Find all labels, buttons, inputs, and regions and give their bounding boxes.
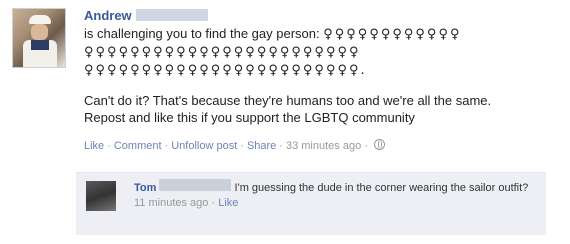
separator-dot: · bbox=[279, 140, 283, 152]
post-body: is challenging you to find the gay perso… bbox=[84, 25, 562, 126]
author-avatar[interactable] bbox=[12, 8, 66, 68]
comment: Tom I'm guessing the dude in the corner … bbox=[76, 172, 546, 235]
sailor-hat-graphic bbox=[29, 15, 51, 24]
separator-dot: · bbox=[211, 197, 216, 209]
commenter-name-link[interactable]: Tom bbox=[134, 182, 156, 194]
redacted-commenter-surname bbox=[159, 179, 232, 191]
author-name-link[interactable]: Andrew bbox=[84, 8, 132, 23]
commenter-avatar[interactable] bbox=[86, 181, 116, 211]
redacted-surname bbox=[135, 9, 208, 21]
share-link[interactable]: Share bbox=[247, 140, 276, 152]
comment-timestamp[interactable]: 11 minutes ago bbox=[134, 197, 208, 209]
collar-graphic bbox=[31, 40, 49, 50]
author-row: Andrew bbox=[84, 6, 562, 24]
post-text-intro: is challenging you to find the gay perso… bbox=[84, 26, 320, 41]
face-graphic bbox=[31, 24, 48, 40]
comment-meta: 11 minutes ago · Like bbox=[134, 196, 534, 210]
female-symbols-line2: ♀♀♀♀♀♀♀♀♀♀♀♀♀♀♀♀♀♀♀♀♀♀♀♀ bbox=[84, 45, 361, 60]
female-symbols-line1: ♀♀♀♀♀♀♀♀♀♀♀♀ bbox=[323, 27, 462, 42]
post-text-para2: Can't do it? That's because they're huma… bbox=[84, 92, 562, 126]
comment-body: Tom I'm guessing the dude in the corner … bbox=[134, 179, 534, 210]
post-text-call-to-action: Repost and like this if you support the … bbox=[84, 110, 415, 125]
post-content: Andrew is challenging you to find the ga… bbox=[84, 6, 562, 154]
female-symbols-line3: ♀♀♀♀♀♀♀♀♀♀♀♀♀♀♀♀♀♀♀♀♀♀♀♀. bbox=[84, 63, 367, 78]
post-text-question: Can't do it? That's because they're huma… bbox=[84, 93, 492, 108]
post-timestamp[interactable]: 33 minutes ago bbox=[286, 140, 361, 152]
separator-dot: · bbox=[107, 140, 111, 152]
like-link[interactable]: Like bbox=[84, 140, 104, 152]
comment-text: I'm guessing the dude in the corner wear… bbox=[234, 182, 529, 194]
comment-like-link[interactable]: Like bbox=[218, 197, 238, 209]
post-text-para1: is challenging you to find the gay perso… bbox=[84, 25, 562, 79]
post-actions: Like · Comment · Unfollow post · Share · 33 minu… bbox=[84, 138, 562, 154]
separator-dot: · bbox=[240, 140, 244, 152]
separator-dot: · bbox=[364, 140, 368, 152]
unfollow-post-link[interactable]: Unfollow post bbox=[171, 140, 237, 152]
globe-icon[interactable] bbox=[373, 139, 385, 150]
comment-link[interactable]: Comment bbox=[114, 140, 162, 152]
separator-dot: · bbox=[164, 140, 169, 152]
